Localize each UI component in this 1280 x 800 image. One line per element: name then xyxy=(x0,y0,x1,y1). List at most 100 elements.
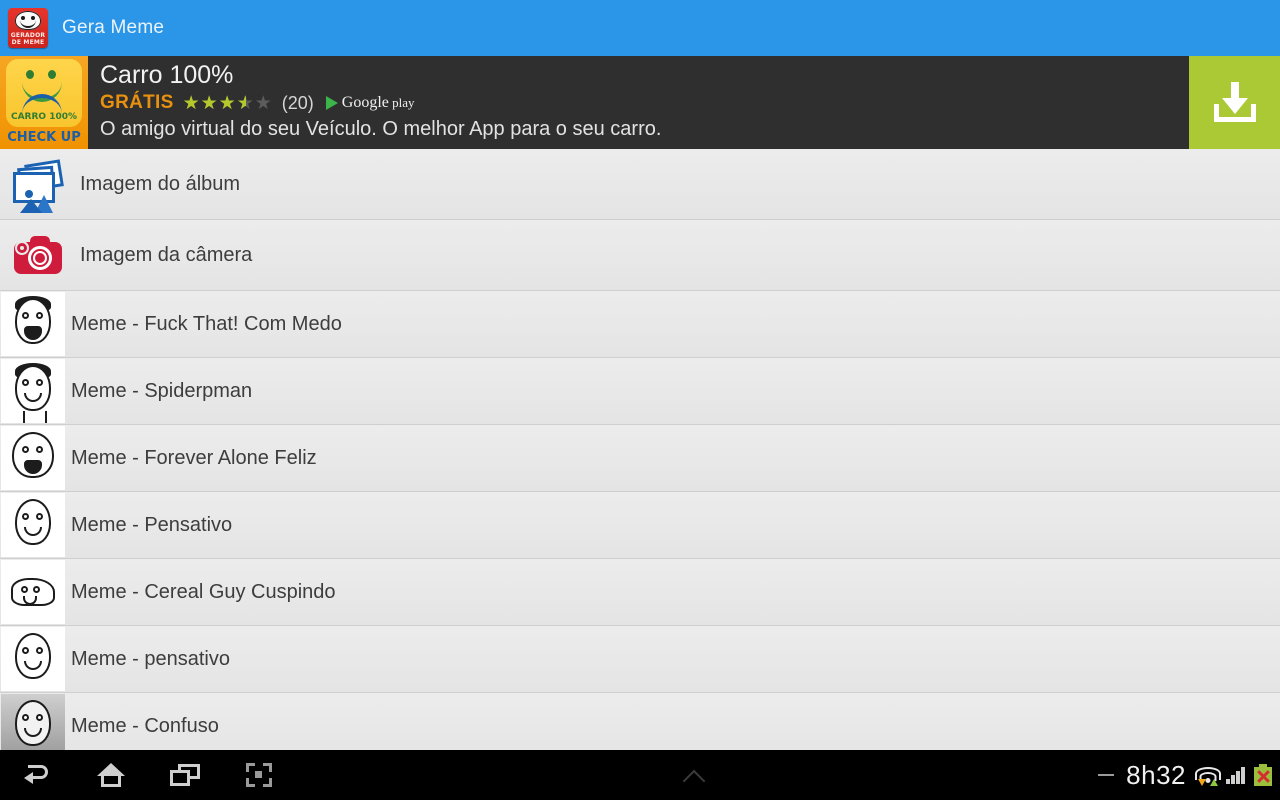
google-play-triangle-icon xyxy=(325,96,338,110)
meme-thumbnail xyxy=(1,560,65,624)
download-icon xyxy=(1212,80,1258,126)
face-eye-right xyxy=(36,513,43,520)
nav-recents-button[interactable] xyxy=(148,750,222,800)
status-area[interactable]: 8h32 xyxy=(1098,750,1280,800)
ad-description: O amigo virtual do seu Veículo. O melhor… xyxy=(100,118,662,140)
wifi-upload-arrow xyxy=(1210,779,1218,786)
face-head xyxy=(15,365,51,411)
screenshot-corner-bl xyxy=(246,778,255,787)
face-eye-left xyxy=(22,312,29,319)
list-item-label: Meme - Confuso xyxy=(71,714,219,737)
ad-content: Carro 100% GRÁTIS ★★★★★ ★★★★★ (20) Googl… xyxy=(88,56,1189,149)
meme-thumbnail xyxy=(1,694,65,750)
wifi-icon xyxy=(1195,765,1221,786)
signal-bar-1 xyxy=(1226,779,1230,784)
album-frame-front xyxy=(13,172,55,213)
ad-download-button[interactable] xyxy=(1189,56,1280,149)
app-logo-icon: GERADOR DE MEME xyxy=(8,8,48,48)
meme-thumbnail xyxy=(1,493,65,557)
rage-face-glyph xyxy=(1,627,65,691)
camera-viewfinder-dot xyxy=(20,246,24,250)
screenshot-icon xyxy=(246,763,272,787)
album-icon xyxy=(12,159,64,213)
status-dash-icon xyxy=(1098,774,1115,776)
nav-screenshot-button[interactable] xyxy=(222,750,296,800)
camera-lens-inner xyxy=(33,251,47,265)
face-eye-left xyxy=(22,446,29,453)
list-item-meme[interactable]: Meme - Pensativo xyxy=(0,492,1280,559)
face-eye-left xyxy=(21,586,28,593)
list-item-label: Meme - pensativo xyxy=(71,647,230,670)
face-head xyxy=(15,633,51,679)
nav-back-button[interactable] xyxy=(0,750,74,800)
screenshot-corner-tl xyxy=(246,763,255,772)
face-eye-right xyxy=(36,446,43,453)
app-logo-caption: GERADOR DE MEME xyxy=(8,32,48,46)
face-eye-left xyxy=(22,714,29,721)
face-eye-left xyxy=(22,379,29,386)
list-item-label: Meme - Cereal Guy Cuspindo xyxy=(71,580,336,603)
ad-meta-row: GRÁTIS ★★★★★ ★★★★★ (20) Google play xyxy=(100,91,1189,115)
ad-banner[interactable]: CARRO 100% CHECK UP Carro 100% GRÁTIS ★★… xyxy=(0,56,1280,149)
app-title-bar: GERADOR DE MEME Gera Meme xyxy=(0,0,1280,56)
system-navigation-bar: 8h32 xyxy=(0,750,1280,800)
ad-review-count: (20) xyxy=(281,92,314,113)
nav-home-button[interactable] xyxy=(74,750,148,800)
list-item-meme[interactable]: Meme - pensativo xyxy=(0,626,1280,693)
list-item-meme[interactable]: Meme - Confuso xyxy=(0,693,1280,750)
face-head xyxy=(15,499,51,545)
chevron-up-icon xyxy=(683,769,711,781)
rage-face-glyph xyxy=(1,560,65,624)
signal-bar-3 xyxy=(1236,771,1240,784)
meme-thumbnail xyxy=(1,292,65,356)
star-fill: ★★★★★ xyxy=(182,93,246,113)
rage-face-glyph xyxy=(1,359,65,423)
nav-expand-handle[interactable] xyxy=(296,769,1098,781)
face-eye-right xyxy=(36,647,43,654)
google-play-badge[interactable]: Google play xyxy=(325,94,415,112)
meme-list[interactable]: Imagem do álbum Imagem da câmera Meme - … xyxy=(0,149,1280,750)
rage-face-glyph xyxy=(1,292,65,356)
app-logo-caption-line2: DE MEME xyxy=(11,39,45,46)
list-item-meme[interactable]: Meme - Fuck That! Com Medo xyxy=(0,291,1280,358)
list-item-label: Meme - Spiderpman xyxy=(71,379,253,402)
face-body xyxy=(23,411,47,423)
list-item-label: Imagem do álbum xyxy=(80,172,241,195)
album-sun-glyph xyxy=(25,190,33,198)
ad-title: Carro 100% xyxy=(100,61,234,89)
list-item-album[interactable]: Imagem do álbum xyxy=(0,149,1280,220)
android-screen: GERADOR DE MEME Gera Meme CARRO 100% CHE… xyxy=(0,0,1280,800)
list-item-meme[interactable]: Meme - Spiderpman xyxy=(0,358,1280,425)
recent-apps-icon xyxy=(170,764,200,786)
troll-face-glyph xyxy=(15,11,41,30)
rage-face-glyph xyxy=(1,694,65,750)
ad-star-rating: ★★★★★ ★★★★★ xyxy=(183,94,273,113)
back-icon xyxy=(24,765,50,785)
screenshot-corner-tr xyxy=(263,763,272,772)
recent-apps-rect-front xyxy=(170,770,190,786)
signal-bar-2 xyxy=(1231,775,1235,784)
face-eye-right xyxy=(36,379,43,386)
face-eye-left xyxy=(22,647,29,654)
face-head xyxy=(15,700,51,746)
list-item-meme[interactable]: Meme - Forever Alone Feliz xyxy=(0,425,1280,492)
google-play-suffix: play xyxy=(388,95,415,110)
signal-bar-4 xyxy=(1241,767,1245,784)
troll-eye-left xyxy=(21,16,25,20)
google-play-label: Google play xyxy=(342,94,415,112)
battery-error-icon xyxy=(1254,764,1272,786)
page-title: Gera Meme xyxy=(62,17,165,38)
list-item-label: Meme - Forever Alone Feliz xyxy=(71,446,317,469)
ad-icon-checkup-text: CHECK UP xyxy=(7,130,81,145)
wifi-download-arrow xyxy=(1198,779,1206,786)
ad-price-label: GRÁTIS xyxy=(100,92,174,113)
download-tray xyxy=(1213,103,1256,122)
google-play-name: Google xyxy=(341,94,389,111)
list-item-camera[interactable]: Imagem da câmera xyxy=(0,220,1280,291)
rage-face-glyph xyxy=(1,426,65,490)
face-eye-left xyxy=(22,513,29,520)
face-eye-right xyxy=(36,714,43,721)
troll-eye-right xyxy=(31,16,35,20)
rage-face-glyph xyxy=(1,493,65,557)
list-item-meme[interactable]: Meme - Cereal Guy Cuspindo xyxy=(0,559,1280,626)
